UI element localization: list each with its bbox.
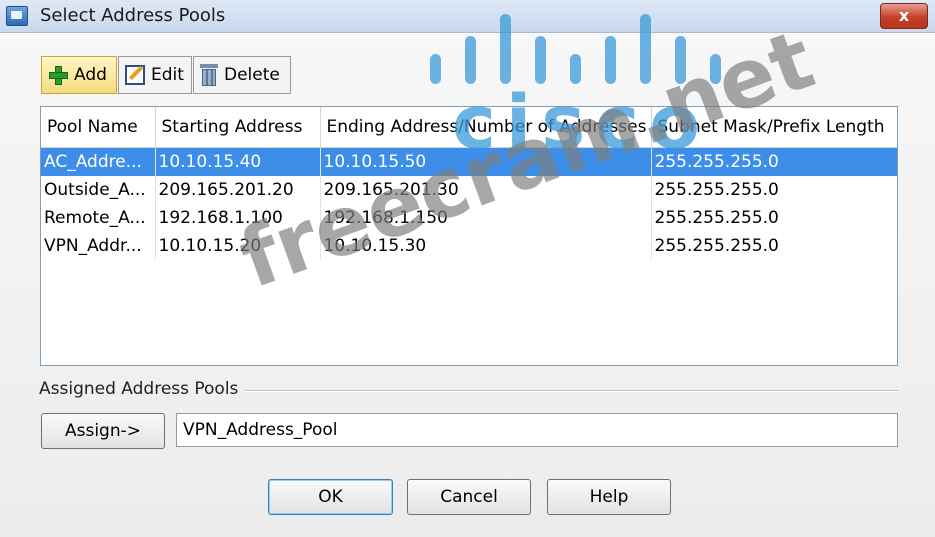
edit-button[interactable]: Edit	[118, 56, 192, 94]
cell-subnet-mask: 255.255.255.0	[651, 232, 897, 260]
window-title: Select Address Pools	[40, 5, 226, 26]
assigned-pools-field[interactable]	[176, 413, 898, 447]
edit-label: Edit	[151, 65, 184, 85]
group-divider	[245, 390, 898, 392]
cancel-button[interactable]: Cancel	[407, 479, 531, 515]
cell-pool-name: AC_Addre...	[41, 147, 156, 176]
cell-ending-address: 209.165.201.30	[320, 176, 652, 204]
column-header-ending-address[interactable]: Ending Address/Number of Addresses	[320, 107, 652, 148]
cell-starting-address: 10.10.15.40	[155, 147, 321, 176]
title-bar: Select Address Pools x	[0, 0, 935, 33]
address-pools-table[interactable]: Pool Name Starting Address Ending Addres…	[40, 106, 898, 366]
cell-ending-address: 10.10.15.50	[320, 147, 652, 176]
table-row[interactable]: Outside_A... 209.165.201.20 209.165.201.…	[41, 176, 897, 204]
close-button[interactable]: x	[880, 3, 928, 29]
app-icon	[6, 6, 28, 26]
assign-button[interactable]: Assign->	[41, 413, 165, 449]
cell-subnet-mask: 255.255.255.0	[651, 147, 897, 176]
add-label: Add	[74, 65, 107, 85]
column-header-pool-name[interactable]: Pool Name	[41, 107, 156, 148]
cell-pool-name: VPN_Addr...	[41, 232, 156, 260]
table-header: Pool Name Starting Address Ending Addres…	[41, 107, 897, 148]
table-row[interactable]: AC_Addre... 10.10.15.40 10.10.15.50 255.…	[41, 147, 897, 176]
column-header-starting-address[interactable]: Starting Address	[155, 107, 321, 148]
edit-icon	[125, 65, 145, 85]
table-row[interactable]: Remote_A... 192.168.1.100 192.168.1.150 …	[41, 204, 897, 232]
cell-starting-address: 192.168.1.100	[155, 204, 321, 232]
cell-ending-address: 10.10.15.30	[320, 232, 652, 260]
ok-button[interactable]: OK	[268, 479, 393, 515]
assigned-pools-group-label: Assigned Address Pools	[39, 379, 239, 399]
cell-subnet-mask: 255.255.255.0	[651, 176, 897, 204]
help-button[interactable]: Help	[547, 479, 671, 515]
cell-ending-address: 192.168.1.150	[320, 204, 652, 232]
plus-icon	[48, 65, 68, 85]
cell-pool-name: Remote_A...	[41, 204, 156, 232]
cell-pool-name: Outside_A...	[41, 176, 156, 204]
trash-icon	[200, 63, 218, 87]
add-button[interactable]: Add	[41, 56, 117, 94]
cell-subnet-mask: 255.255.255.0	[651, 204, 897, 232]
table-row[interactable]: VPN_Addr... 10.10.15.20 10.10.15.30 255.…	[41, 232, 897, 260]
delete-button[interactable]: Delete	[193, 56, 291, 94]
cell-starting-address: 10.10.15.20	[155, 232, 321, 260]
delete-label: Delete	[224, 65, 280, 85]
column-header-subnet-mask[interactable]: Subnet Mask/Prefix Length	[651, 107, 897, 148]
cell-starting-address: 209.165.201.20	[155, 176, 321, 204]
